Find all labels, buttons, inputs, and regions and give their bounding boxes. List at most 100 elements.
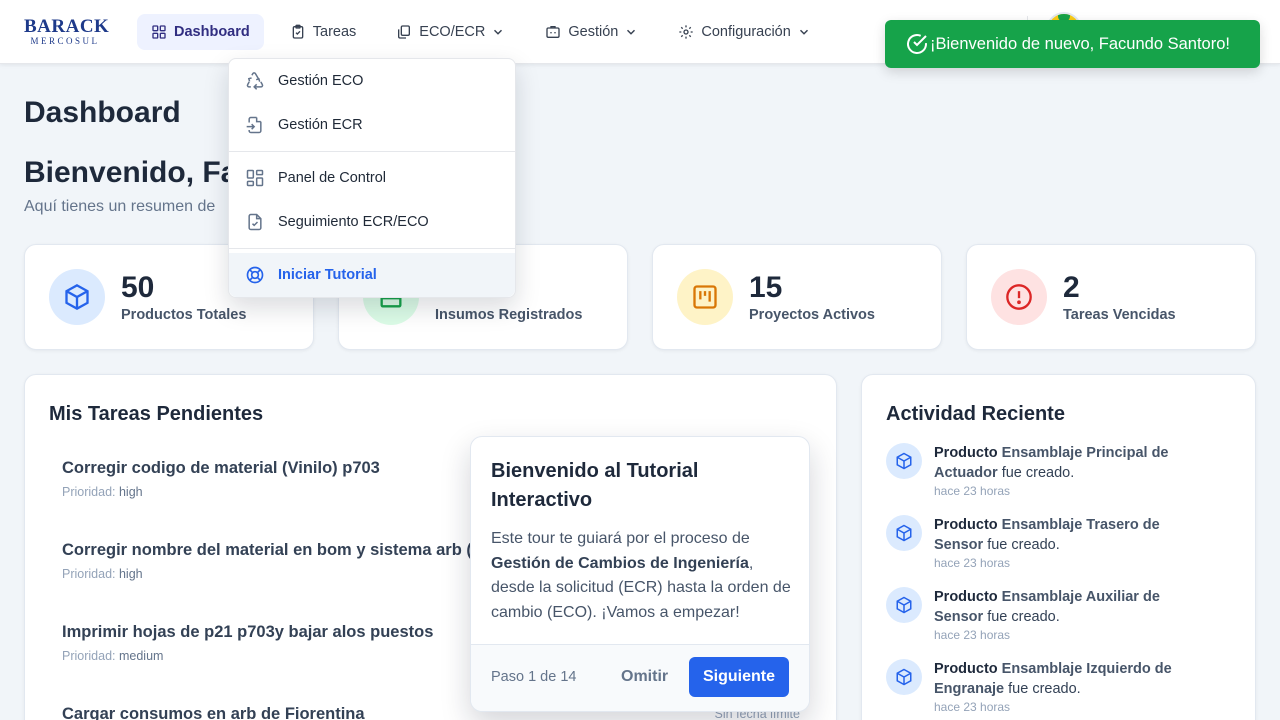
cube-icon: [896, 668, 912, 686]
clipboard-check-icon: [292, 24, 304, 39]
activity-icon-wrap: [886, 443, 922, 479]
brand-logo-line1: BARACK: [24, 16, 110, 37]
menu-separator: [229, 248, 515, 249]
cube-icon: [896, 524, 912, 542]
priority-label: Prioridad:: [62, 649, 116, 663]
main-nav: Dashboard Tareas ECO/ECR Gestión Configu…: [137, 14, 837, 50]
activity-icon-wrap: [886, 659, 922, 695]
priority-value: medium: [118, 649, 164, 663]
menu-item-label: Iniciar Tutorial: [278, 267, 377, 283]
stat-label: Productos Totales: [121, 307, 247, 323]
nav-gestion[interactable]: Gestión: [531, 14, 652, 50]
lifebuoy-icon: [246, 266, 264, 284]
priority-value: high: [118, 567, 143, 581]
recycle-icon: [246, 72, 264, 90]
stat-card-vencidas[interactable]: 2 Tareas Vencidas: [966, 244, 1256, 350]
dashboard-grid-icon: [246, 169, 264, 187]
menu-item-panel-control[interactable]: Panel de Control: [229, 156, 515, 200]
tutorial-title: Bienvenido al Tutorial Interactivo: [491, 460, 699, 511]
menu-item-seguimiento[interactable]: Seguimiento ECR/ECO: [229, 200, 515, 244]
tutorial-body-pre: Este tour te guiará por el proceso de: [491, 530, 750, 547]
activity-time: hace 23 horas: [934, 484, 1011, 498]
activity-text: Producto Ensamblaje Trasero de Sensor fu…: [934, 515, 1206, 555]
next-button[interactable]: Siguiente: [689, 657, 789, 697]
nav-eco-ecr[interactable]: ECO/ECR: [382, 14, 519, 50]
stat-icon-wrap: [49, 269, 105, 325]
nav-dashboard[interactable]: Dashboard: [137, 14, 264, 50]
toast-message: ¡Bienvenido de nuevo, Facundo Santoro!: [930, 34, 1230, 53]
brand-logo-line2: MERCOSUL: [30, 36, 100, 46]
activity-item[interactable]: Producto Ensamblaje Auxiliar de Sensor f…: [886, 587, 1206, 642]
nav-gestion-label: Gestión: [568, 24, 619, 40]
menu-item-label: Gestión ECR: [278, 117, 363, 133]
alert-circle-icon: [1006, 284, 1032, 310]
activity-item[interactable]: Producto Ensamblaje Izquierdo de Engrana…: [886, 659, 1206, 714]
activity-icon-wrap: [886, 515, 922, 551]
chevron-down-icon: [799, 29, 808, 35]
activity-action: fue creado.: [987, 537, 1060, 553]
tutorial-body: Este tour te guiará por el proceso de Ge…: [491, 527, 791, 625]
priority-label: Prioridad:: [62, 485, 116, 499]
activity-kind: Producto: [934, 445, 998, 461]
activity-action: fue creado.: [987, 609, 1060, 625]
stat-card-proyectos[interactable]: 15 Proyectos Activos: [652, 244, 942, 350]
activity-text: Producto Ensamblaje Auxiliar de Sensor f…: [934, 587, 1206, 627]
chevron-down-icon: [627, 29, 636, 35]
cube-icon: [65, 283, 89, 311]
menu-item-gestion-eco[interactable]: Gestión ECO: [229, 59, 515, 103]
skip-button[interactable]: Omitir: [621, 665, 668, 689]
cube-icon: [896, 452, 912, 470]
stat-label: Insumos Registrados: [435, 307, 583, 323]
menu-item-label: Seguimiento ECR/ECO: [278, 214, 429, 230]
menu-item-label: Gestión ECO: [278, 73, 364, 89]
welcome-subtitle: Aquí tienes un resumen de: [24, 198, 216, 215]
stat-icon-wrap: [991, 269, 1047, 325]
activity-icon-wrap: [886, 587, 922, 623]
tasks-panel-title: Mis Tareas Pendientes: [49, 403, 264, 425]
gear-icon: [679, 25, 694, 39]
stat-value: 50: [121, 271, 155, 304]
activity-time: hace 23 horas: [934, 556, 1011, 570]
stat-icon-wrap: [677, 269, 733, 325]
menu-separator: [229, 151, 515, 152]
menu-item-iniciar-tutorial[interactable]: Iniciar Tutorial: [229, 253, 515, 297]
nav-eco-ecr-label: ECO/ECR: [419, 24, 486, 40]
activity-panel: Actividad Reciente Producto Ensamblaje P…: [861, 374, 1256, 720]
priority-label: Prioridad:: [62, 567, 116, 581]
briefcase-icon: [546, 26, 561, 38]
priority-value: high: [118, 485, 143, 499]
dashboard-icon: [152, 25, 166, 39]
stat-value: 15: [749, 271, 783, 304]
activity-action: fue creado.: [1008, 681, 1081, 697]
tutorial-popover: Bienvenido al Tutorial Interactivo Este …: [470, 436, 810, 712]
file-import-icon: [246, 116, 262, 134]
stat-label: Proyectos Activos: [749, 307, 875, 323]
activity-action: fue creado.: [1001, 465, 1075, 481]
copy-icon: [398, 25, 411, 39]
check-circle-icon: [907, 34, 927, 54]
activity-panel-title: Actividad Reciente: [886, 403, 1065, 425]
activity-item[interactable]: Producto Ensamblaje Principal de Actuado…: [886, 443, 1206, 498]
tutorial-step-counter: Paso 1 de 14: [491, 669, 577, 685]
nav-tareas[interactable]: Tareas: [276, 14, 371, 50]
activity-time: hace 23 horas: [934, 628, 1011, 642]
stat-value: 2: [1063, 271, 1080, 304]
activity-text: Producto Ensamblaje Principal de Actuado…: [934, 443, 1206, 483]
tutorial-footer: Paso 1 de 14 Omitir Siguiente: [471, 644, 809, 711]
tutorial-body-highlight: Gestión de Cambios de Ingeniería: [491, 554, 749, 572]
activity-kind: Producto: [934, 589, 998, 605]
activity-item[interactable]: Producto Ensamblaje Trasero de Sensor fu…: [886, 515, 1206, 570]
file-check-icon: [248, 213, 262, 231]
page-title: Dashboard: [24, 96, 181, 129]
activity-text: Producto Ensamblaje Izquierdo de Engrana…: [934, 659, 1206, 699]
welcome-heading: Bienvenido, Fa: [24, 156, 238, 189]
brand-logo[interactable]: BARACK MERCOSUL: [24, 16, 110, 46]
menu-item-label: Panel de Control: [278, 170, 387, 186]
menu-item-gestion-ecr[interactable]: Gestión ECR: [229, 103, 515, 147]
nav-dashboard-label: Dashboard: [174, 24, 250, 40]
nav-configuracion[interactable]: Configuración: [664, 14, 824, 50]
kanban-icon: [693, 285, 717, 309]
activity-kind: Producto: [934, 661, 998, 677]
activity-kind: Producto: [934, 517, 998, 533]
chevron-down-icon: [494, 29, 503, 35]
